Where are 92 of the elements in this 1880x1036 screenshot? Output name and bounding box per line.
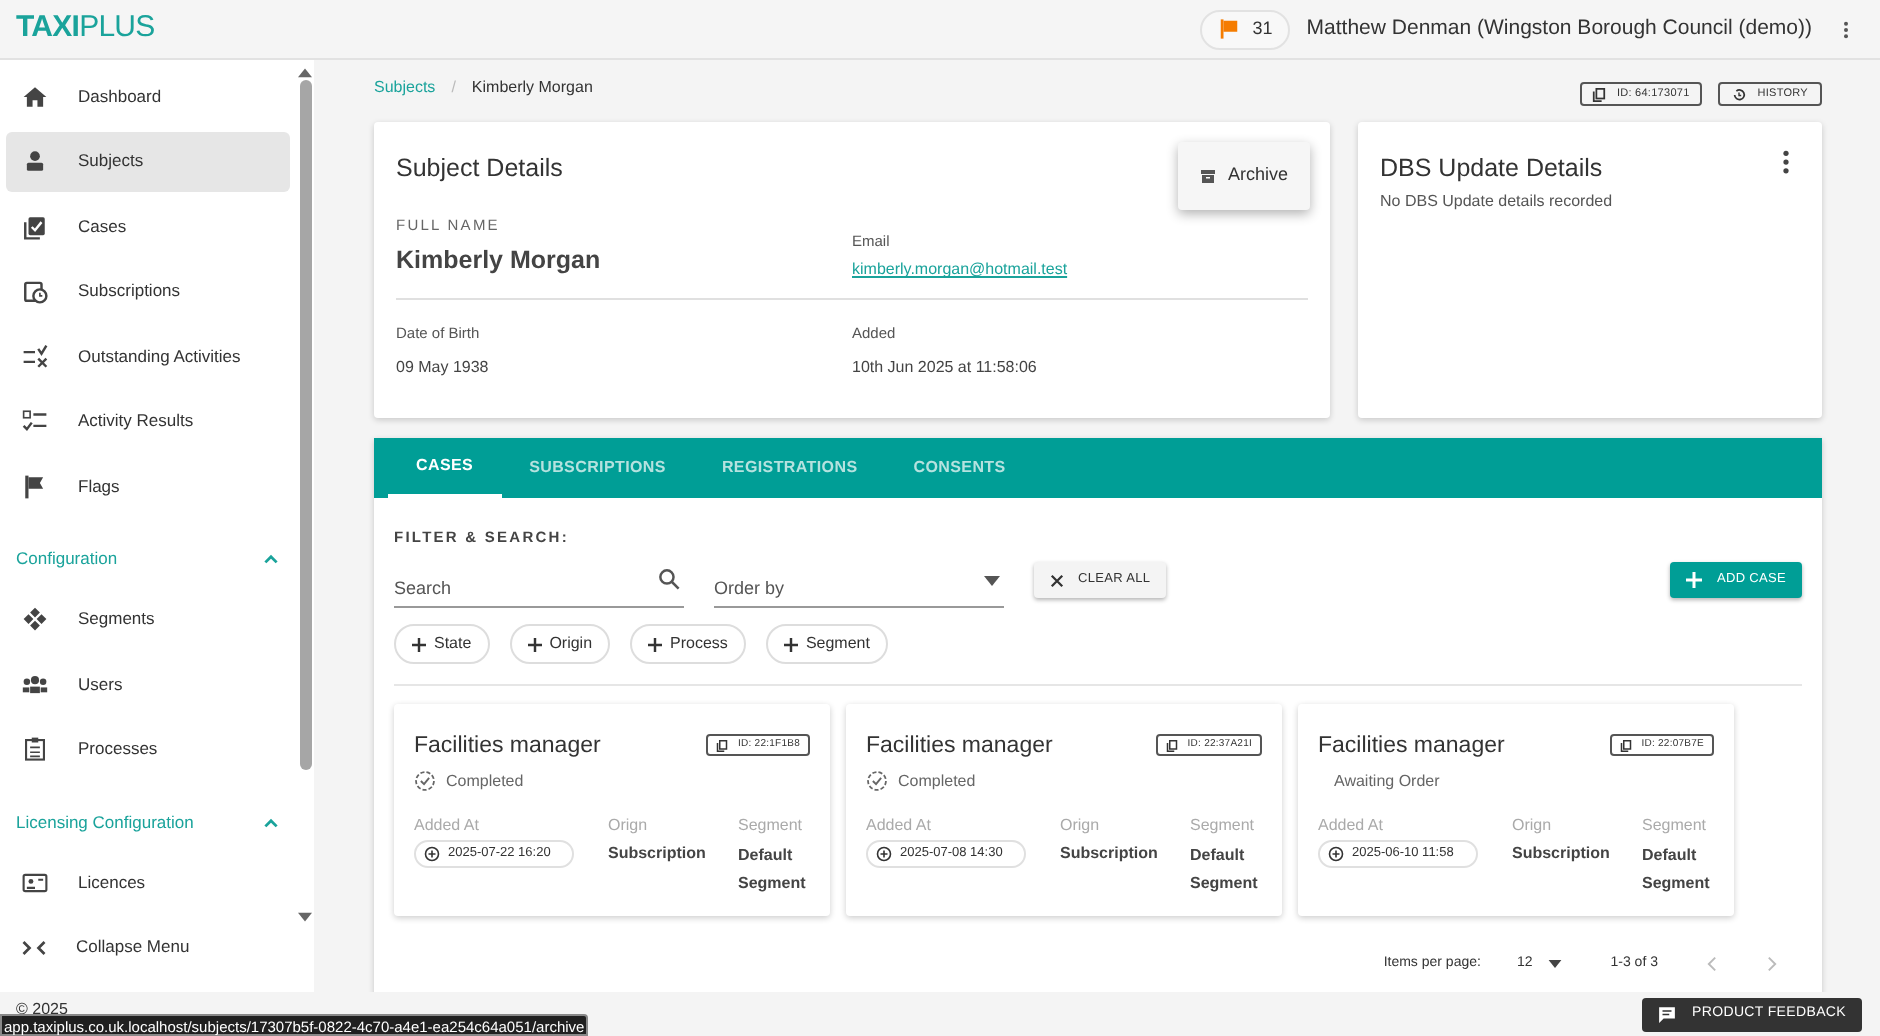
check-circle-icon bbox=[414, 770, 436, 792]
chevron-up-icon[interactable] bbox=[262, 550, 280, 568]
filter-chip[interactable]: State bbox=[394, 624, 490, 665]
flag-icon bbox=[22, 473, 48, 499]
breadcrumb-separator: / bbox=[451, 76, 456, 100]
nav-item[interactable]: Dashboard bbox=[6, 66, 290, 126]
card-title: DBS Update Details bbox=[1380, 152, 1603, 182]
order-by-dropdown[interactable]: Order by bbox=[714, 571, 1004, 608]
section-title: Licensing Configuration bbox=[16, 809, 194, 835]
case-title: Facilities manager bbox=[1318, 732, 1505, 763]
archive-menu-item[interactable]: Archive bbox=[1178, 162, 1310, 189]
chevron-up-icon[interactable] bbox=[262, 813, 280, 831]
section-title: Configuration bbox=[16, 546, 118, 572]
user-name[interactable]: Matthew Denman (Wingston Borough Council (demo)) bbox=[1306, 13, 1812, 45]
field-value: Default Segment bbox=[738, 843, 808, 896]
full-name: Kimberly Morgan bbox=[396, 244, 603, 279]
app-logo: TAXIPLUS bbox=[16, 8, 155, 49]
nav-item[interactable]: Activity Results bbox=[6, 391, 290, 451]
copy-icon bbox=[716, 739, 729, 752]
caret-icon bbox=[1548, 960, 1563, 969]
search-field[interactable]: Search bbox=[394, 571, 684, 608]
field-label: Segment bbox=[738, 813, 805, 837]
case-title: Facilities manager bbox=[866, 732, 1053, 763]
field-label: Orign bbox=[1060, 813, 1102, 837]
field-value: 09 May 1938 bbox=[396, 355, 491, 379]
nav-item[interactable]: Subscriptions bbox=[6, 261, 290, 321]
plus-circle-icon bbox=[424, 845, 440, 861]
field-value: Subscription bbox=[1512, 841, 1612, 865]
plus-icon bbox=[1686, 572, 1703, 589]
home-icon bbox=[22, 83, 48, 109]
clipboard-icon bbox=[22, 213, 48, 239]
field-label: Added At bbox=[414, 813, 481, 837]
more-icon[interactable] bbox=[1778, 148, 1794, 176]
field-label: Added At bbox=[1318, 813, 1385, 837]
field-label: Segment bbox=[1642, 813, 1709, 837]
form-icon bbox=[22, 736, 48, 762]
field-label: Segment bbox=[1190, 813, 1257, 837]
case-status: Completed bbox=[898, 769, 976, 793]
check-circle-icon bbox=[866, 770, 888, 792]
empty-message: No DBS Update details recorded bbox=[1380, 190, 1615, 214]
plus-circle-icon bbox=[876, 845, 892, 861]
plus-icon bbox=[527, 637, 542, 652]
scroll-down-icon[interactable] bbox=[298, 912, 312, 924]
archive-icon bbox=[1200, 167, 1216, 184]
list-check-icon bbox=[22, 408, 48, 434]
filter-chip[interactable]: Process bbox=[630, 624, 746, 665]
copy-icon bbox=[1165, 739, 1178, 752]
chat-icon bbox=[1658, 1006, 1677, 1024]
field-value: Subscription bbox=[1060, 841, 1160, 865]
id-card-icon bbox=[22, 869, 48, 895]
flag-icon bbox=[1218, 18, 1241, 40]
filter-chip[interactable]: Origin bbox=[509, 624, 611, 665]
group-icon bbox=[22, 671, 48, 697]
case-status: Completed bbox=[446, 769, 524, 793]
nav-item[interactable]: Cases bbox=[6, 196, 290, 256]
nav-item[interactable]: Processes bbox=[6, 719, 290, 779]
card-title: Subject Details bbox=[396, 152, 563, 182]
field-value: Default Segment bbox=[1190, 843, 1260, 896]
plus-icon bbox=[648, 637, 663, 652]
nav-item[interactable]: Segments bbox=[6, 589, 290, 649]
field-value: Subscription bbox=[608, 841, 708, 865]
field-value: 10th Jun 2025 at 11:58:06 bbox=[852, 355, 1039, 379]
copy-icon bbox=[1592, 87, 1607, 101]
plus-icon bbox=[412, 637, 426, 652]
nav-item[interactable]: Flags bbox=[6, 456, 290, 516]
checklist-icon bbox=[22, 343, 48, 369]
breadcrumb-current: Kimberly Morgan bbox=[471, 76, 593, 100]
plus-circle-icon bbox=[1328, 845, 1344, 861]
case-title: Facilities manager bbox=[414, 732, 601, 763]
flags-button[interactable]: 31 bbox=[1200, 9, 1291, 49]
field-value: Default Segment bbox=[1642, 843, 1712, 896]
collapse-icon bbox=[22, 937, 46, 957]
collapse-menu-button[interactable]: Collapse Menu bbox=[6, 917, 290, 977]
close-icon bbox=[1050, 573, 1064, 588]
nav-item[interactable]: Subjects bbox=[6, 131, 290, 191]
plus-icon bbox=[783, 637, 798, 652]
nav-item[interactable]: Outstanding Activities bbox=[6, 326, 290, 386]
field-label: Orign bbox=[1512, 813, 1554, 837]
copy-icon bbox=[1619, 739, 1632, 752]
case-status: Awaiting Order bbox=[1334, 769, 1440, 793]
field-label: Orign bbox=[608, 813, 650, 837]
search-icon[interactable] bbox=[658, 568, 680, 591]
person-icon bbox=[22, 148, 48, 174]
calendar-clock-icon bbox=[22, 278, 48, 304]
nav-item[interactable]: Users bbox=[6, 654, 290, 714]
caret-icon[interactable] bbox=[984, 576, 1000, 587]
field-label: Added At bbox=[866, 813, 933, 837]
filter-chip[interactable]: Segment bbox=[765, 624, 888, 665]
history-icon bbox=[1731, 87, 1746, 101]
nav-item[interactable]: Licences bbox=[6, 852, 290, 912]
diamonds-icon bbox=[22, 606, 48, 632]
copyright: © 2025 bbox=[16, 1000, 68, 1018]
